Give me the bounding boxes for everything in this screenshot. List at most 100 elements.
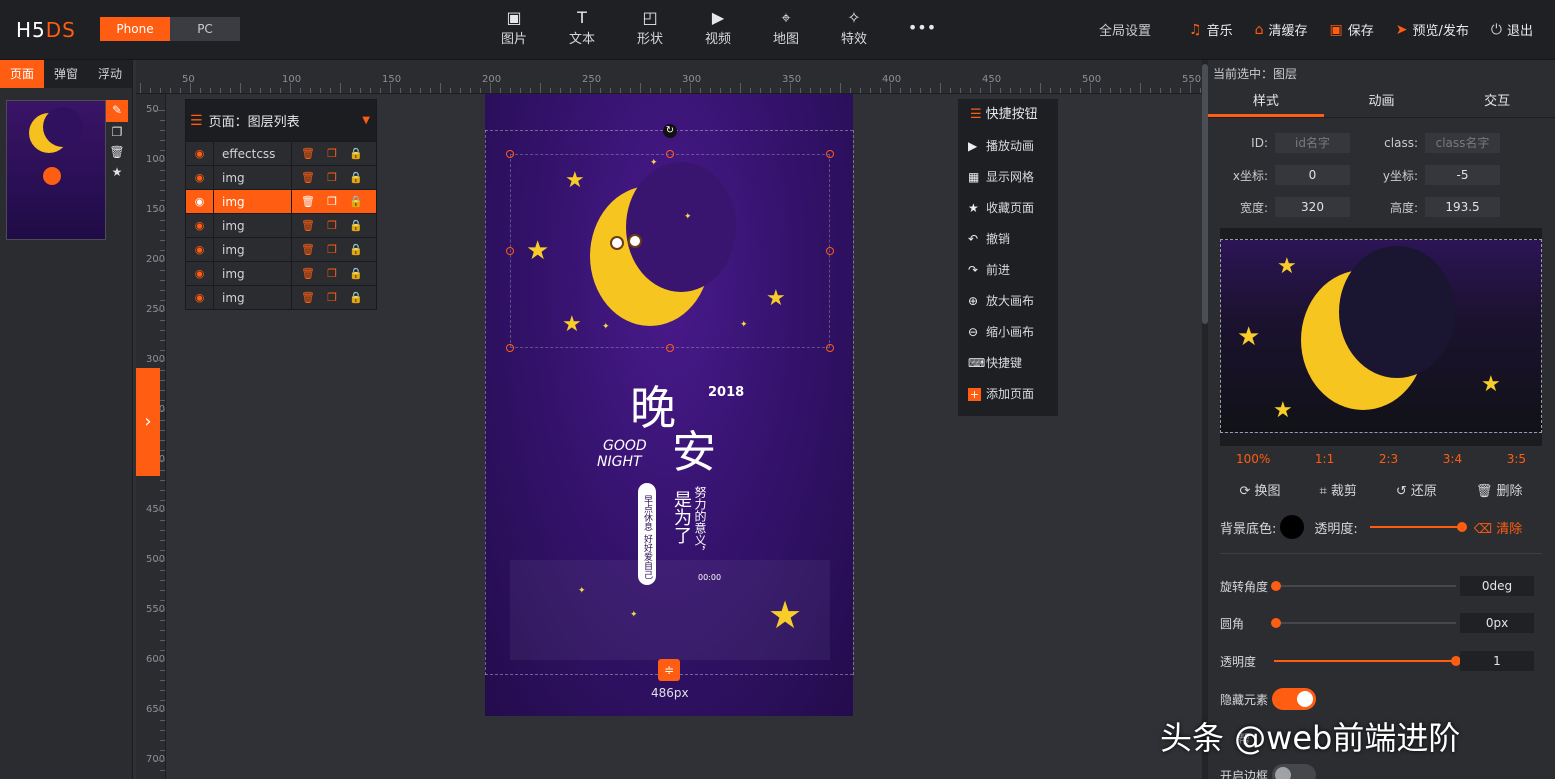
page-thumbnail[interactable] <box>6 100 106 240</box>
pill-caption[interactable]: 早点休息 好好爱自己 <box>638 483 656 585</box>
expand-sidebar-button[interactable]: › <box>136 368 160 476</box>
class-input[interactable]: class名字 <box>1425 133 1500 153</box>
rotation-slider[interactable] <box>1271 581 1456 591</box>
tool-effect[interactable]: ✧ 特效 <box>820 8 888 47</box>
resize-handle[interactable] <box>826 247 834 255</box>
bg-color-swatch[interactable] <box>1280 515 1305 539</box>
resize-handle[interactable] <box>666 344 674 352</box>
device-tab-pc[interactable]: PC <box>170 17 240 41</box>
eye-icon[interactable]: ◉ <box>186 189 214 214</box>
eye-icon[interactable]: ◉ <box>186 213 214 238</box>
resize-handle[interactable] <box>826 150 834 158</box>
id-input[interactable]: id名字 <box>1275 133 1350 153</box>
rotate-handle-icon[interactable]: ↻ <box>663 124 677 138</box>
copy-layer-icon[interactable]: ❐ <box>320 267 344 280</box>
delete-layer-icon[interactable]: 🗑 <box>296 291 320 304</box>
crop-ratio-option[interactable]: 1:1 <box>1315 452 1334 466</box>
clear-cache-button[interactable]: ⌂ 清缓存 <box>1255 20 1308 40</box>
rotation-input[interactable]: 0deg <box>1460 576 1534 596</box>
bg-opacity-slider[interactable] <box>1369 522 1467 532</box>
opacity-input[interactable]: 1 <box>1460 651 1534 671</box>
lock-icon[interactable]: 🔒 <box>344 219 368 232</box>
crop-ratio-option[interactable]: 2:3 <box>1379 452 1398 466</box>
y-input[interactable]: -5 <box>1425 165 1500 185</box>
logout-button[interactable]: ⏻ 退出 <box>1491 20 1533 40</box>
width-input[interactable]: 320 <box>1275 197 1350 217</box>
copy-layer-icon[interactable]: ❐ <box>320 219 344 232</box>
shortcut-grid[interactable]: ▦ 显示网格 <box>958 162 1058 193</box>
vertical-caption-large[interactable]: 是为了 <box>668 490 694 544</box>
shortcut-zoom-out[interactable]: ⊖ 缩小画布 <box>958 317 1058 348</box>
radius-input[interactable]: 0px <box>1460 613 1534 633</box>
delete-layer-icon[interactable]: 🗑 <box>296 195 320 208</box>
year-text[interactable]: 2018 <box>708 385 744 400</box>
layer-row[interactable]: ◉ img 🗑 ❐ 🔒 <box>186 165 376 190</box>
opacity-slider[interactable] <box>1274 656 1461 666</box>
save-button[interactable]: ▣ 保存 <box>1330 20 1374 40</box>
copy-layer-icon[interactable]: ❐ <box>320 243 344 256</box>
eye-icon[interactable]: ◉ <box>186 261 214 286</box>
slider-knob[interactable] <box>1271 618 1281 628</box>
eye-icon[interactable]: ◉ <box>186 237 214 262</box>
delete-layer-icon[interactable]: 🗑 <box>296 219 320 232</box>
shortcut-keyboard[interactable]: ⌨ 快捷键 <box>958 348 1058 379</box>
tool-video[interactable]: ▶ 视频 <box>684 8 752 47</box>
clear-bg-button[interactable]: ⌫ 清除 <box>1474 518 1523 537</box>
good-night-text[interactable]: GOOD NIGHT <box>597 438 647 470</box>
more-tools-button[interactable]: ••• <box>888 8 956 47</box>
tab-interaction[interactable]: 交互 <box>1439 88 1555 117</box>
lock-icon[interactable]: 🔒 <box>344 147 368 160</box>
delete-layer-icon[interactable]: 🗑 <box>296 147 320 160</box>
shortcut-star[interactable]: ★ 收藏页面 <box>958 193 1058 224</box>
replace-image-button[interactable]: ⟳ 换图 <box>1239 480 1280 499</box>
title-an[interactable]: 安 <box>672 416 716 480</box>
hide-element-toggle[interactable] <box>1272 688 1317 710</box>
resize-handle[interactable] <box>506 344 514 352</box>
shortcut-undo[interactable]: ↶ 撤销 <box>958 224 1058 255</box>
layer-row[interactable]: ◉ effectcss 🗑 ❐ 🔒 <box>186 141 376 166</box>
delete-layer-icon[interactable]: 🗑 <box>296 267 320 280</box>
lock-icon[interactable]: 🔒 <box>344 195 368 208</box>
layer-panel-header[interactable]: ☰ 页面：图层列表 ▼ <box>186 100 376 141</box>
copy-page-icon[interactable]: ❐ <box>106 122 128 142</box>
global-settings-button[interactable]: 全局设置 <box>1099 20 1151 39</box>
chevron-down-icon[interactable]: ▼ <box>362 115 370 126</box>
shortcut-redo[interactable]: ↷ 前进 <box>958 255 1058 286</box>
x-input[interactable]: 0 <box>1275 165 1350 185</box>
delete-layer-icon[interactable]: 🗑 <box>296 171 320 184</box>
border-toggle[interactable] <box>1272 764 1317 779</box>
crop-ratio-option[interactable]: 3:4 <box>1443 452 1462 466</box>
title-wan[interactable]: 晚 <box>630 372 678 438</box>
lock-icon[interactable]: 🔒 <box>344 267 368 280</box>
radius-slider[interactable] <box>1271 618 1456 628</box>
tab-popups[interactable]: 弹窗 <box>44 60 88 88</box>
eye-icon[interactable]: ◉ <box>186 165 214 190</box>
vertical-caption-small[interactable]: 努力的意义， <box>692 486 709 558</box>
crop-ratio-option[interactable]: 100% <box>1236 452 1270 466</box>
restore-button[interactable]: ↺ 还原 <box>1396 480 1437 499</box>
shortcut-add-page[interactable]: + 添加页面 <box>958 379 1058 410</box>
copy-layer-icon[interactable]: ❐ <box>320 147 344 160</box>
lock-icon[interactable]: 🔒 <box>344 171 368 184</box>
resize-handle[interactable] <box>826 344 834 352</box>
tab-style[interactable]: 样式 <box>1208 88 1324 117</box>
layer-row[interactable]: ◉ img 🗑 ❐ 🔒 <box>186 189 376 214</box>
edit-page-icon[interactable]: ✎ <box>106 100 128 122</box>
tab-animation[interactable]: 动画 <box>1324 88 1440 117</box>
layer-row[interactable]: ◉ img 🗑 ❐ 🔒 <box>186 213 376 238</box>
clock-text[interactable]: 00:00 <box>698 573 721 582</box>
image-preview[interactable]: ★ ★ ★ ★ <box>1220 228 1542 446</box>
crop-ratio-option[interactable]: 3:5 <box>1507 452 1526 466</box>
tool-shape[interactable]: ◰ 形状 <box>616 8 684 47</box>
favorite-page-icon[interactable]: ★ <box>106 162 128 182</box>
resize-handle[interactable] <box>506 150 514 158</box>
tab-pages[interactable]: 页面 <box>0 60 44 88</box>
tab-floating[interactable]: 浮动 <box>88 60 132 88</box>
resize-handle[interactable] <box>506 247 514 255</box>
resize-handle[interactable] <box>666 150 674 158</box>
canvas-height-handle-icon[interactable]: ≑ <box>658 659 680 681</box>
moon-image[interactable] <box>590 162 736 326</box>
layer-row[interactable]: ◉ img 🗑 ❐ 🔒 <box>186 285 376 310</box>
copy-layer-icon[interactable]: ❐ <box>320 291 344 304</box>
copy-layer-icon[interactable]: ❐ <box>320 195 344 208</box>
